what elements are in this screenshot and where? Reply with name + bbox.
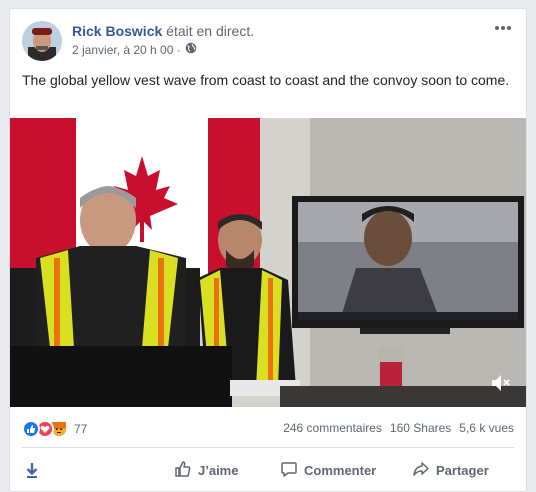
post-timestamp[interactable]: 2 janvier, à 20 h 00 ·	[72, 42, 181, 58]
comment-icon	[280, 460, 298, 481]
post-stats: 246 commentaires 160 Shares 5,6 k vues	[283, 421, 514, 435]
share-button-label: Partager	[436, 462, 489, 478]
shares-count[interactable]: 160 Shares	[390, 421, 451, 435]
more-options-icon[interactable]	[492, 21, 514, 35]
post-card: Rick Boswick était en direct. 2 janvier,…	[9, 8, 527, 492]
post-meta: 2 janvier, à 20 h 00 ·	[72, 42, 197, 58]
like-reaction-icon	[22, 420, 40, 438]
reactions-summary[interactable]: 77	[22, 419, 87, 439]
reaction-count[interactable]: 77	[74, 422, 87, 436]
live-status-text: était en direct.	[162, 23, 255, 39]
like-button[interactable]: J’aime	[174, 453, 238, 487]
thumbs-up-icon	[174, 460, 192, 481]
share-button[interactable]: Partager	[412, 453, 489, 487]
action-bar: J’aime Commenter Partager	[10, 453, 526, 487]
video-player[interactable]	[10, 118, 526, 407]
mute-icon[interactable]	[490, 373, 514, 393]
comments-count[interactable]: 246 commentaires	[283, 421, 382, 435]
video-frame	[10, 118, 526, 407]
globe-icon	[185, 42, 197, 58]
author-name[interactable]: Rick Boswick	[72, 23, 162, 39]
like-button-label: J’aime	[198, 462, 239, 478]
download-icon[interactable]	[24, 461, 40, 479]
comment-button[interactable]: Commenter	[280, 453, 376, 487]
post-header: Rick Boswick était en direct.	[72, 22, 254, 40]
post-text: The global yellow vest wave from coast t…	[22, 72, 510, 88]
divider	[22, 447, 514, 448]
author-avatar[interactable]	[22, 21, 62, 61]
share-icon	[412, 460, 430, 481]
views-count: 5,6 k vues	[459, 421, 514, 435]
comment-button-label: Commenter	[304, 462, 377, 478]
